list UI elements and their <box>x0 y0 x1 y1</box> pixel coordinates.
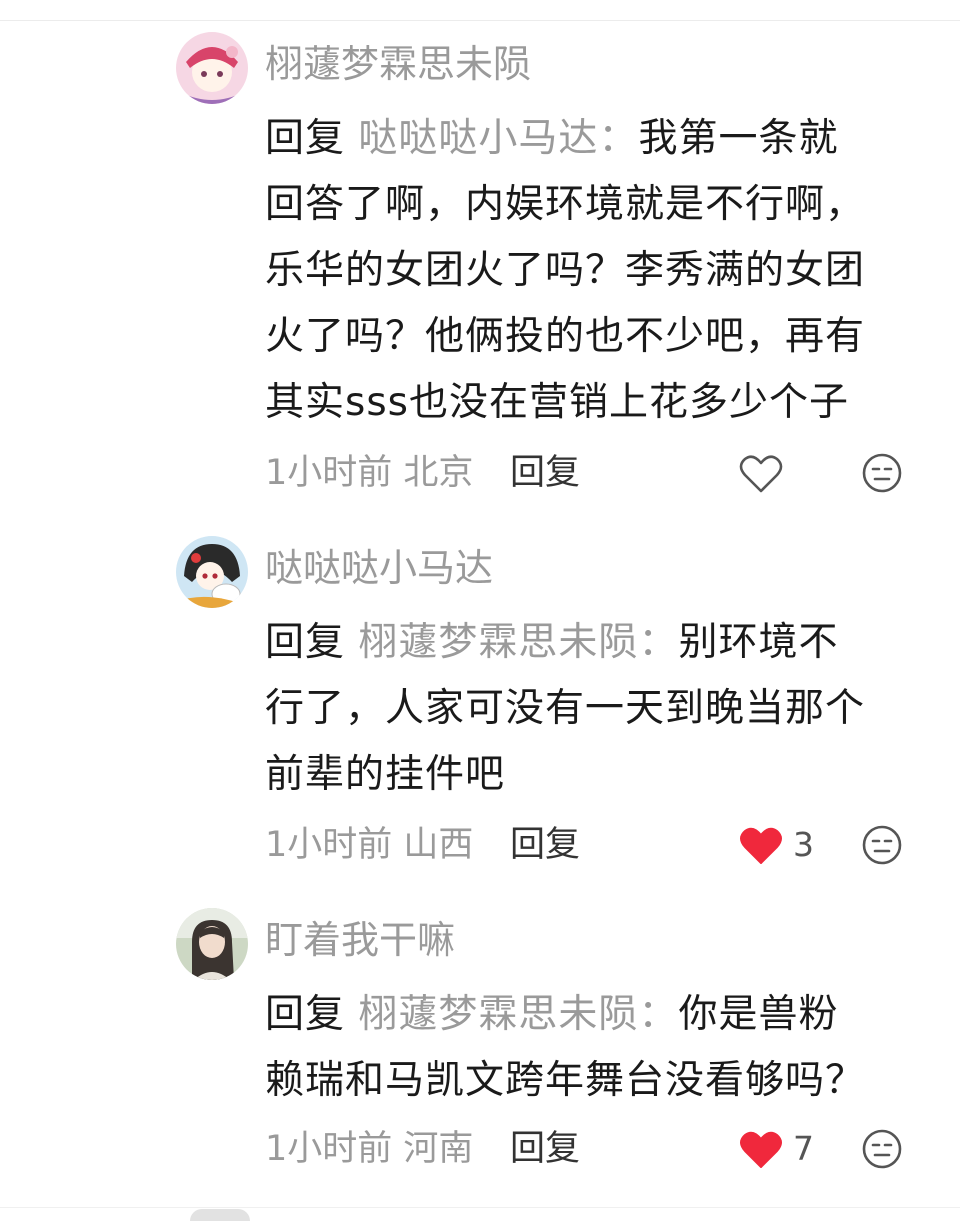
comment-meta-row: 1小时前 北京 回复 <box>265 448 905 498</box>
comment-line: 回答了啊，内娱环境就是不行啊， <box>265 182 866 227</box>
comment-line: 别环境不 <box>678 620 839 665</box>
neutral-face-icon <box>862 453 902 493</box>
comment-line: 赖瑞和马凯文跨年舞台没看够吗？ <box>265 1058 866 1103</box>
comment-line: 前辈的挂件吧 <box>265 752 506 797</box>
next-comment-avatar-peek <box>190 1209 250 1221</box>
reply-prefix: 回复 <box>265 620 346 665</box>
emoji-button[interactable] <box>861 824 903 866</box>
comment-text: 回复 哒哒哒小马达：我第一条就 回答了啊，内娱环境就是不行啊， 乐华的女团火了吗… <box>265 106 915 436</box>
heart-outline-icon <box>739 455 783 493</box>
reply-target[interactable]: 栩蘧梦霖思未陨： <box>358 992 678 1037</box>
comment-text: 回复 栩蘧梦霖思未陨：别环境不 行了，人家可没有一天到晚当那个 前辈的挂件吧 <box>265 610 915 808</box>
anime-girl-avatar-icon[interactable] <box>176 32 248 104</box>
reply-target[interactable]: 哒哒哒小马达： <box>358 116 638 161</box>
heart-filled-icon <box>740 827 782 864</box>
time-location: 1小时前 山西 <box>265 825 474 865</box>
like-count: 3 <box>793 825 814 864</box>
reply-button[interactable]: 回复 <box>510 1124 580 1174</box>
heart-filled-icon <box>740 1131 782 1168</box>
username[interactable]: 栩蘧梦霖思未陨 <box>265 40 531 88</box>
comment-meta-row: 1小时前 河南 回复 7 <box>265 1124 905 1174</box>
comment-line: 你是兽粉 <box>678 992 839 1037</box>
emoji-button[interactable] <box>861 1128 903 1170</box>
comment-line: 火了吗？他俩投的也不少吧，再有 <box>265 314 866 359</box>
reply-button[interactable]: 回复 <box>510 448 580 498</box>
like-count: 7 <box>793 1129 814 1168</box>
photo-girl-avatar-icon[interactable] <box>176 908 248 980</box>
emoji-button[interactable] <box>861 452 903 494</box>
comment-line: 乐华的女团火了吗？李秀满的女团 <box>265 248 866 293</box>
comment-meta-row: 1小时前 山西 回复 3 <box>265 820 905 870</box>
comment-line: 行了，人家可没有一天到晚当那个 <box>265 686 866 731</box>
time-location: 1小时前 北京 <box>265 453 474 493</box>
anime-girl-with-dog-avatar-icon[interactable] <box>176 536 248 608</box>
reply-target[interactable]: 栩蘧梦霖思未陨： <box>358 620 678 665</box>
neutral-face-icon <box>862 1129 902 1169</box>
username[interactable]: 盯着我干嘛 <box>265 916 455 964</box>
comment-line: 其实sss也没在营销上花多少个子 <box>265 380 849 425</box>
top-divider <box>0 20 960 21</box>
comment-line: 我第一条就 <box>638 116 839 161</box>
comment-text: 回复 栩蘧梦霖思未陨：你是兽粉 赖瑞和马凯文跨年舞台没看够吗？ <box>265 982 915 1114</box>
neutral-face-icon <box>862 825 902 865</box>
time-location: 1小时前 河南 <box>265 1129 474 1169</box>
reply-button[interactable]: 回复 <box>510 820 580 870</box>
username[interactable]: 哒哒哒小马达 <box>265 544 493 592</box>
reply-prefix: 回复 <box>265 116 346 161</box>
bottom-divider <box>0 1207 960 1208</box>
reply-prefix: 回复 <box>265 992 346 1037</box>
